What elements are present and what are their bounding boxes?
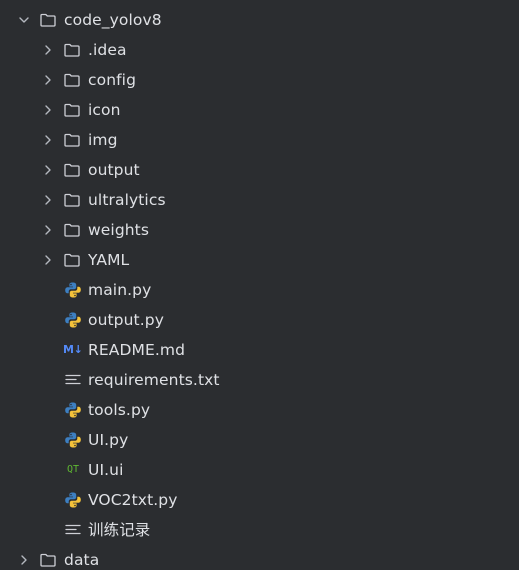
- text-file-icon: [65, 374, 81, 385]
- chevron-right-icon[interactable]: [41, 223, 55, 237]
- chevron-right-icon[interactable]: [41, 133, 55, 147]
- tree-item-label: tools.py: [88, 401, 151, 419]
- tree-item-label: requirements.txt: [88, 371, 220, 389]
- tree-item-label: code_yolov8: [64, 11, 162, 29]
- chevron-right-icon[interactable]: [41, 73, 55, 87]
- folder-icon: [64, 163, 80, 177]
- tree-item-data[interactable]: data: [0, 545, 519, 570]
- tree-item-voc2txt-py[interactable]: VOC2txt.py: [0, 485, 519, 515]
- markdown-file-icon: M↓: [63, 343, 83, 356]
- chevron-right-icon[interactable]: [41, 253, 55, 267]
- tree-item-requirements-txt[interactable]: requirements.txt: [0, 365, 519, 395]
- python-file-icon: [65, 402, 81, 418]
- folder-icon: [40, 13, 56, 27]
- chevron-right-icon[interactable]: [17, 553, 31, 567]
- chevron-right-icon[interactable]: [41, 43, 55, 57]
- folder-icon: [64, 193, 80, 207]
- tree-item-label: data: [64, 551, 100, 569]
- tree-item-training-log[interactable]: 训练记录: [0, 515, 519, 545]
- tree-item-label: weights: [88, 221, 150, 239]
- tree-item-ultralytics[interactable]: ultralytics: [0, 185, 519, 215]
- tree-item-label: output: [88, 161, 140, 179]
- folder-icon: [64, 223, 80, 237]
- text-file-icon: [65, 524, 81, 535]
- tree-item-output[interactable]: output: [0, 155, 519, 185]
- tree-item-main-py[interactable]: main.py: [0, 275, 519, 305]
- python-file-icon: [65, 432, 81, 448]
- tree-item-label: ultralytics: [88, 191, 166, 209]
- tree-item-code-yolov8[interactable]: code_yolov8: [0, 5, 519, 35]
- tree-item-label: icon: [88, 101, 121, 119]
- tree-item-label: 训练记录: [88, 521, 151, 539]
- python-file-icon: [65, 492, 81, 508]
- chevron-right-icon[interactable]: [41, 103, 55, 117]
- tree-item-ui-py[interactable]: UI.py: [0, 425, 519, 455]
- tree-item-label: VOC2txt.py: [88, 491, 178, 509]
- folder-icon: [64, 133, 80, 147]
- chevron-down-icon[interactable]: [17, 13, 31, 27]
- tree-item-config[interactable]: config: [0, 65, 519, 95]
- tree-item-label: README.md: [88, 341, 186, 359]
- folder-icon: [64, 103, 80, 117]
- tree-item-label: UI.ui: [88, 461, 124, 479]
- tree-item-output-py[interactable]: output.py: [0, 305, 519, 335]
- folder-icon: [64, 253, 80, 267]
- folder-icon: [64, 43, 80, 57]
- tree-item-readme-md[interactable]: M↓ README.md: [0, 335, 519, 365]
- tree-item-label: UI.py: [88, 431, 129, 449]
- tree-item-label: img: [88, 131, 118, 149]
- tree-item-label: main.py: [88, 281, 152, 299]
- tree-item-icon[interactable]: icon: [0, 95, 519, 125]
- tree-item-yaml[interactable]: YAML: [0, 245, 519, 275]
- tree-item-tools-py[interactable]: tools.py: [0, 395, 519, 425]
- tree-item-idea[interactable]: .idea: [0, 35, 519, 65]
- tree-item-label: output.py: [88, 311, 164, 329]
- project-tree: code_yolov8 .idea config icon img output…: [0, 0, 519, 570]
- tree-item-img[interactable]: img: [0, 125, 519, 155]
- folder-icon: [64, 73, 80, 87]
- tree-item-weights[interactable]: weights: [0, 215, 519, 245]
- folder-icon: [40, 553, 56, 567]
- qt-ui-file-icon: QT: [67, 464, 80, 475]
- tree-item-label: config: [88, 71, 137, 89]
- tree-item-label: YAML: [88, 251, 130, 269]
- python-file-icon: [65, 312, 81, 328]
- tree-item-label: .idea: [88, 41, 127, 59]
- chevron-right-icon[interactable]: [41, 193, 55, 207]
- python-file-icon: [65, 282, 81, 298]
- chevron-right-icon[interactable]: [41, 163, 55, 177]
- tree-item-ui-ui[interactable]: QT UI.ui: [0, 455, 519, 485]
